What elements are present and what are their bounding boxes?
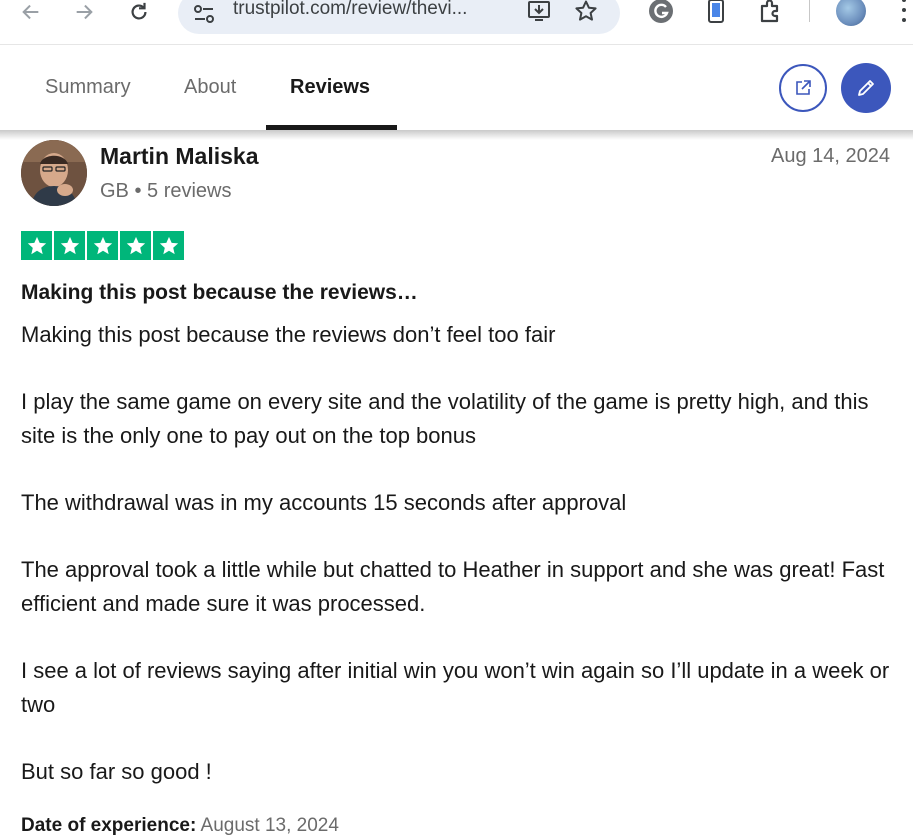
avatar[interactable] (21, 140, 87, 206)
browser-toolbar: trustpilot.com/review/thevi... (0, 0, 913, 45)
forward-arrow-icon[interactable] (69, 0, 99, 24)
review-paragraph: I play the same game on every site and t… (21, 389, 869, 448)
url-text[interactable]: trustpilot.com/review/thevi... (233, 0, 467, 20)
bookmark-star-icon[interactable] (573, 0, 599, 24)
grammarly-icon[interactable] (648, 0, 674, 24)
tab-summary[interactable]: Summary (45, 76, 131, 99)
star-icon (54, 231, 85, 260)
share-button[interactable] (779, 64, 827, 112)
back-arrow-icon[interactable] (16, 0, 46, 24)
company-tab-bar: Summary About Reviews (0, 45, 913, 130)
star-icon (120, 231, 151, 260)
share-icon (796, 80, 811, 95)
review-paragraph: I see a lot of reviews saying after init… (21, 658, 890, 717)
star-icon (153, 231, 184, 260)
reviewer-meta: GB • 5 reviews (100, 180, 232, 202)
date-of-experience: Date of experience: August 13, 2024 (21, 815, 339, 837)
profile-avatar[interactable] (836, 0, 866, 26)
star-icon (21, 231, 52, 260)
experience-date: August 13, 2024 (200, 815, 339, 836)
menu-kebab-icon[interactable] (898, 0, 910, 22)
toolbar-separator (809, 0, 810, 22)
tab-reviews[interactable]: Reviews (290, 76, 370, 99)
header-shadow (0, 130, 913, 140)
review-paragraph: But so far so good ! (21, 759, 212, 784)
review-date: Aug 14, 2024 (771, 145, 890, 167)
site-settings-icon[interactable] (192, 2, 216, 26)
pencil-icon (858, 80, 874, 96)
review-body: Making this post because the reviews don… (21, 318, 901, 822)
star-rating (21, 231, 184, 260)
reviewer-name[interactable]: Martin Maliska (100, 143, 259, 170)
reload-icon[interactable] (124, 0, 154, 24)
phone-link-icon[interactable] (703, 0, 729, 24)
address-bar[interactable]: trustpilot.com/review/thevi... (178, 0, 620, 34)
extensions-icon[interactable] (757, 0, 783, 24)
review-title[interactable]: Making this post because the reviews… (21, 281, 418, 305)
experience-label: Date of experience: (21, 815, 197, 836)
review-paragraph: The withdrawal was in my accounts 15 sec… (21, 490, 627, 515)
tab-about[interactable]: About (184, 76, 236, 99)
review-paragraph: The approval took a little while but cha… (21, 557, 885, 616)
write-review-button[interactable] (841, 63, 891, 113)
install-app-icon[interactable] (526, 0, 552, 24)
review-paragraph: Making this post because the reviews don… (21, 322, 556, 347)
star-icon (87, 231, 118, 260)
